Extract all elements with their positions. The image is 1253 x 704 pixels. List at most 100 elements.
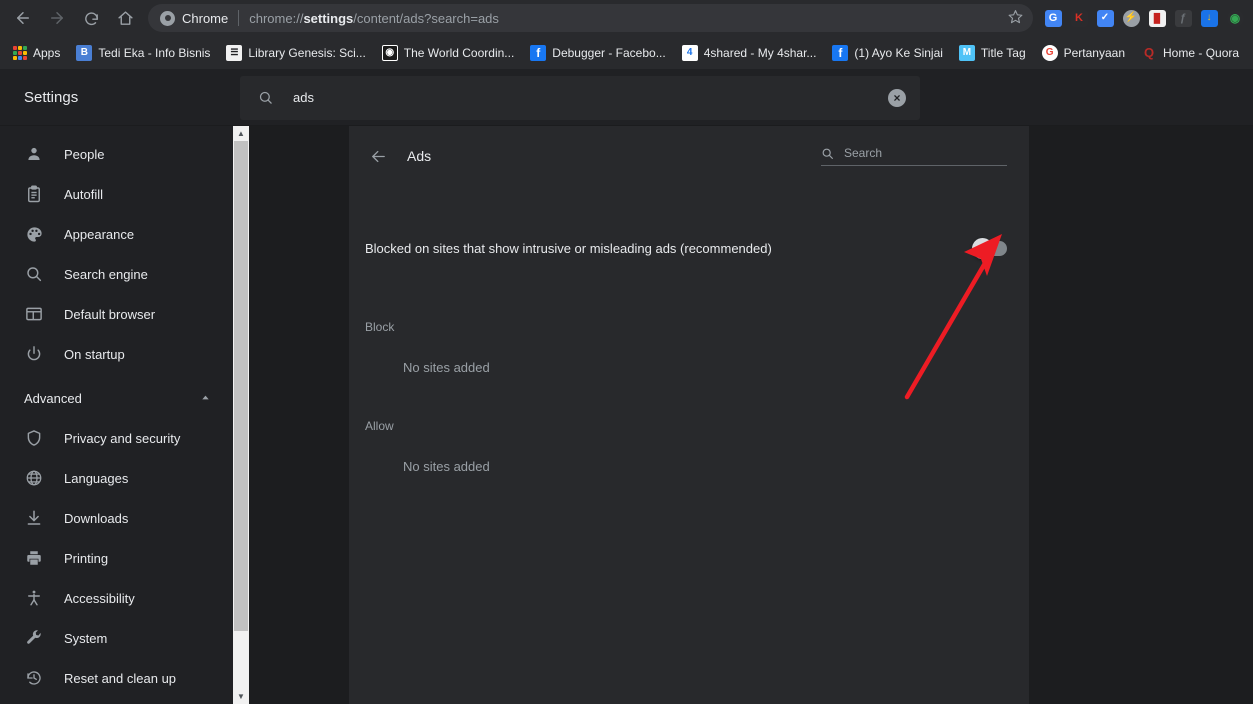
world-coordinates-favicon: ◉ <box>381 44 398 61</box>
sidebar-item-printing[interactable]: Printing <box>0 538 233 578</box>
palette-icon <box>24 224 44 244</box>
accessibility-icon <box>24 588 44 608</box>
bookmark-item[interactable]: M Title Tag <box>952 42 1033 64</box>
bookmark-item[interactable]: ◉ The World Coordin... <box>375 42 522 64</box>
sidebar-item-languages[interactable]: Languages <box>0 458 233 498</box>
sidebar-section-advanced[interactable]: Advanced <box>0 378 233 418</box>
reload-button[interactable] <box>77 4 105 32</box>
allow-section-title: Allow <box>365 419 394 433</box>
sidebar-item-search-engine[interactable]: Search engine <box>0 254 233 294</box>
wrench-icon <box>24 628 44 648</box>
settings-search-box[interactable]: × <box>240 75 920 120</box>
sidebar-item-reset-and-clean-up[interactable]: Reset and clean up <box>0 658 233 698</box>
bookmark-apps-shortcut[interactable]: Apps <box>6 43 67 63</box>
sidebar-item-accessibility[interactable]: Accessibility <box>0 578 233 618</box>
address-bar[interactable]: Chrome chrome://settings/content/ads?sea… <box>148 4 1033 32</box>
facebook-favicon: f <box>530 44 547 61</box>
bookmark-label: Title Tag <box>980 45 1026 60</box>
url-prefix: chrome:// <box>249 10 304 26</box>
url-bold-segment: settings <box>303 10 354 26</box>
ads-settings-card: Ads Blocked on sites that show intrusive… <box>349 126 1029 704</box>
settings-search-input[interactable] <box>293 90 888 105</box>
google-favicon: G <box>1041 44 1058 61</box>
google-translate-extension-icon[interactable]: G <box>1041 6 1065 30</box>
search-icon <box>821 147 834 160</box>
scrollbar-track[interactable] <box>233 141 249 689</box>
sidebar-item-privacy-and-security[interactable]: Privacy and security <box>0 418 233 458</box>
bookmark-item[interactable]: G Pertanyaan <box>1035 42 1132 64</box>
bookmark-item[interactable]: f (1) Ayo Ke Sinjai <box>825 42 950 64</box>
search-icon <box>258 90 273 105</box>
bookmark-label: Tedi Eka - Info Bisnis <box>98 45 211 60</box>
url-suffix: /content/ads?search=ads <box>353 10 499 26</box>
address-bar-url[interactable]: chrome://settings/content/ads?search=ads <box>249 11 1002 26</box>
page-identity-chip[interactable]: Chrome <box>160 10 229 26</box>
analytics-extension-icon[interactable]: ✓ <box>1093 6 1117 30</box>
bookmark-label: Pertanyaan <box>1063 45 1126 60</box>
script-glyph: ƒ <box>1174 9 1192 27</box>
chrome-logo-icon <box>160 10 175 26</box>
globe-icon <box>24 468 44 488</box>
toggle-knob <box>972 237 993 259</box>
adblock-mask-extension-icon[interactable]: █ <box>1145 6 1169 30</box>
bookmark-item[interactable]: 4 4shared - My 4shar... <box>675 42 824 64</box>
page-title: Ads <box>407 148 432 164</box>
printer-icon <box>24 548 44 568</box>
idm-extension-icon[interactable]: ↓ <box>1197 6 1221 30</box>
sidebar-item-label: Default browser <box>64 306 156 322</box>
bookmark-label: Library Genesis: Sci... <box>248 45 366 60</box>
scroll-up-arrow-icon[interactable]: ▲ <box>233 126 249 141</box>
settings-sidebar: People Autofill Appearance Search engine <box>0 126 233 704</box>
settings-app-title: Settings <box>24 89 79 106</box>
sidebar-advanced-label: Advanced <box>24 390 82 406</box>
person-icon <box>24 144 44 164</box>
apps-grid-icon <box>13 45 27 60</box>
sidebar-item-appearance[interactable]: Appearance <box>0 214 233 254</box>
sidebar-item-people[interactable]: People <box>0 134 233 174</box>
idm-glyph: ↓ <box>1200 9 1218 27</box>
scroll-down-arrow-icon[interactable]: ▼ <box>233 689 249 704</box>
profile-glyph: ◉ <box>1226 9 1244 27</box>
sidebar-item-downloads[interactable]: Downloads <box>0 498 233 538</box>
forward-button[interactable] <box>43 4 71 32</box>
block-section-title: Block <box>365 320 395 334</box>
bookmark-star-icon[interactable] <box>1008 9 1023 28</box>
sidebar-item-label: Appearance <box>64 226 135 242</box>
chevron-up-icon <box>200 392 211 405</box>
sidebar-item-system[interactable]: System <box>0 618 233 658</box>
sidebar-item-on-startup[interactable]: On startup <box>0 334 233 374</box>
bookmark-item[interactable]: Q Home - Quora <box>1134 42 1246 64</box>
kaspersky-extension-icon[interactable]: K <box>1067 6 1091 30</box>
settings-header: Settings × <box>0 70 1253 126</box>
google-translate-glyph: G <box>1044 9 1062 27</box>
sidebar-scrollbar[interactable]: ▲ ▼ <box>233 126 249 704</box>
sidebar-item-default-browser[interactable]: Default browser <box>0 294 233 334</box>
back-button[interactable] <box>9 4 37 32</box>
sidebar-item-label: People <box>64 146 105 162</box>
home-button[interactable] <box>111 4 139 32</box>
magnifier-icon <box>24 264 44 284</box>
analytics-glyph: ✓ <box>1096 9 1114 27</box>
extensions-strip: G K ✓ ⚡ █ ƒ ↓ ◉ <box>1041 6 1247 30</box>
flash-extension-icon[interactable]: ⚡ <box>1119 6 1143 30</box>
ads-search-box[interactable] <box>821 146 1007 166</box>
ads-search-input[interactable] <box>844 146 1007 160</box>
scrollbar-thumb[interactable] <box>234 141 248 631</box>
sidebar-item-label: Accessibility <box>64 590 135 606</box>
sidebar-item-autofill[interactable]: Autofill <box>0 174 233 214</box>
script-extension-icon[interactable]: ƒ <box>1171 6 1195 30</box>
bookmark-item[interactable]: ☰ Library Genesis: Sci... <box>219 42 372 64</box>
ads-blocked-toggle[interactable] <box>972 237 1007 259</box>
sidebar-item-label: Printing <box>64 550 109 566</box>
bookmark-item[interactable]: B Tedi Eka - Info Bisnis <box>69 42 217 64</box>
bookmark-item[interactable]: f Debugger - Facebo... <box>523 42 672 64</box>
browser-window-icon <box>24 304 44 324</box>
blogger-favicon: B <box>76 44 93 61</box>
back-arrow-icon[interactable] <box>365 143 391 169</box>
clear-search-icon[interactable]: × <box>888 88 906 107</box>
browser-profile-icon[interactable]: ◉ <box>1223 6 1247 30</box>
bookmark-label: Debugger - Facebo... <box>552 45 666 60</box>
identity-chip-label: Chrome <box>182 10 229 26</box>
sidebar-item-label: Downloads <box>64 510 129 526</box>
ads-blocked-setting-row[interactable]: Blocked on sites that show intrusive or … <box>349 220 1029 276</box>
